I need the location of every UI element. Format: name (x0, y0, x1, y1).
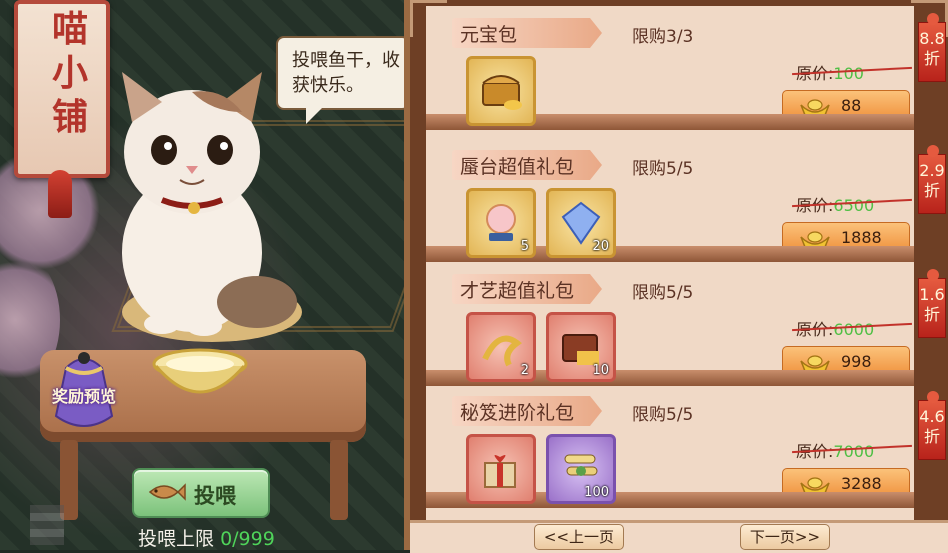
item-count: 20 (592, 239, 609, 254)
buy-price: 88 (841, 96, 862, 115)
discount-tag: 1.6 折 (918, 269, 946, 338)
original-price-value: 6000 (833, 320, 875, 339)
buy-price: 1888 (841, 228, 882, 247)
pack-row: 元宝包限购3/3原价:100888.8折 (426, 6, 946, 130)
feed-limit-value: 0/999 (220, 528, 275, 550)
feed-button-label: 投喂 (194, 484, 236, 508)
pack-row: 才艺超值礼包限购5/5原价:60009981.6折210 (426, 262, 946, 386)
pack-purchase-limit: 限购5/5 (632, 405, 694, 425)
discount-value: 8.8 (919, 29, 945, 48)
discount-unit: 折 (923, 49, 940, 68)
pager-bar (410, 520, 948, 553)
discount-value: 1.6 (919, 285, 945, 304)
discount-unit: 折 (923, 181, 940, 200)
discount-tag: 2.9 折 (918, 145, 946, 214)
pearl-orb-icon (486, 204, 516, 241)
original-price-value: 6500 (833, 196, 875, 215)
pack-title: 秘笈进阶礼包 (460, 402, 575, 424)
pack-item-slot[interactable] (466, 434, 536, 504)
reward-preview-label[interactable]: 奖励预览 (52, 388, 116, 406)
speech-text: 投喂鱼干，收获快乐。 (292, 50, 400, 96)
item-count: 2 (520, 363, 529, 378)
banner-tassel (48, 170, 72, 218)
discount-unit: 折 (923, 305, 940, 324)
pack-row: 秘笈进阶礼包限购5/5原价:700032884.6折100 (426, 384, 946, 508)
shop-panel: 元宝包限购3/3原价:100888.8折蜃台超值礼包限购5/5原价:650018… (404, 0, 948, 553)
next-page-button[interactable]: 下一页>> (740, 524, 830, 550)
blurred-region (30, 505, 64, 545)
gift-box-icon (484, 455, 516, 488)
pack-title: 才艺超值礼包 (460, 280, 575, 302)
discount-tag: 8.8 折 (918, 13, 946, 82)
pack-item-slot[interactable]: 5 (466, 188, 536, 258)
pack-title: 元宝包 (460, 24, 518, 46)
feed-button[interactable]: 投喂 (132, 468, 270, 518)
pack-item-slot[interactable]: 10 (546, 312, 616, 382)
pack-item-slot[interactable]: 2 (466, 312, 536, 382)
item-count: 100 (584, 485, 609, 500)
original-price-value: 7000 (833, 442, 875, 461)
shop-banner-title: 喵小铺 (51, 9, 88, 138)
discount-value: 2.9 (919, 161, 945, 180)
feed-limit: 投喂上限 0/999 (138, 524, 275, 550)
table-leg (330, 440, 348, 520)
dried-fish-icon (148, 483, 186, 501)
pack-title: 蜃台超值礼包 (460, 156, 575, 178)
pack-item-slot[interactable]: 20 (546, 188, 616, 258)
pack-row: 蜃台超值礼包限购5/5原价:650018882.9折520 (426, 138, 946, 262)
pack-item-slot[interactable] (466, 56, 536, 126)
speech-bubble: 投喂鱼干，收获快乐。 (276, 36, 410, 124)
discount-unit: 折 (923, 427, 940, 446)
buy-price: 998 (841, 352, 872, 371)
prev-page-button[interactable]: <<上一页 (534, 524, 624, 550)
original-price-value: 100 (833, 64, 864, 83)
food-bowl-icon[interactable] (152, 348, 248, 408)
item-count: 5 (520, 239, 529, 254)
pack-purchase-limit: 限购5/5 (632, 283, 694, 303)
discount-value: 4.6 (919, 407, 945, 426)
golden-ribbon-icon (482, 335, 523, 367)
pack-purchase-limit: 限购5/5 (632, 159, 694, 179)
item-count: 10 (592, 363, 609, 378)
cat-scene: 喵小铺 投喂鱼干，收获快乐。 奖励预览 投喂 投喂上限 0/999 (0, 0, 418, 550)
pack-purchase-limit: 限购3/3 (632, 27, 694, 47)
discount-tag: 4.6 折 (918, 391, 946, 460)
buy-price: 3288 (841, 474, 882, 493)
treasure-chest-icon (482, 75, 522, 110)
feed-limit-label: 投喂上限 (138, 528, 215, 550)
pack-item-slot[interactable]: 100 (546, 434, 616, 504)
